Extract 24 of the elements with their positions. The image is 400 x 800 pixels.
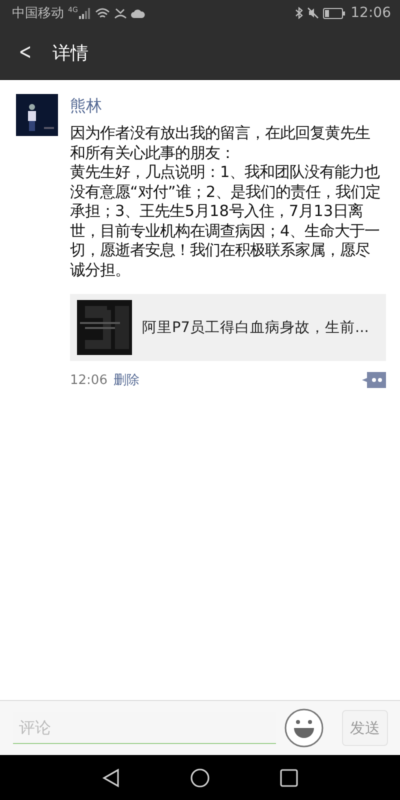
emoji-icon[interactable]: [284, 708, 324, 748]
post-time: 12:06: [70, 372, 108, 388]
bluetooth-icon: [294, 7, 303, 19]
post-text: 因为作者没有放出我的留言，在此回复黄先生和所有关心此事的朋友：: [70, 124, 371, 163]
signal-icon: [78, 8, 91, 18]
recents-icon[interactable]: [280, 768, 298, 786]
wifi-icon: [94, 8, 110, 18]
back-icon[interactable]: [102, 768, 120, 788]
link-card[interactable]: 阿里P7员工得白血病身故，生前...: [70, 294, 386, 361]
carrier-name: 中国移动: [12, 5, 64, 22]
delete-link[interactable]: 删除: [113, 371, 140, 389]
battery-icon: [322, 8, 345, 18]
clock-time: 12:06: [350, 5, 391, 21]
page-title: 详情: [52, 42, 88, 64]
post-text: 黄先生好，几点说明：1、我和团队没有能力也没有意愿“对付”谁；2、是我们的责任，我们定承担；3、王先生5月18号入住，7月13日离世，目前专业机构在调查病因；4、生命大于一切，愿逝者安息！我们在积极联系家属，愿尽诚分担。: [70, 163, 382, 280]
cloud-icon: [130, 8, 145, 18]
muted-icon: [306, 7, 319, 19]
author-name[interactable]: 熊林: [70, 96, 386, 117]
home-icon[interactable]: [190, 768, 210, 788]
avatar: [16, 94, 58, 136]
missed-call-icon: [114, 8, 127, 18]
back-button[interactable]: <: [16, 40, 34, 65]
comment-icon[interactable]: [362, 372, 386, 388]
link-title: 阿里P7员工得白血病身故，生前...: [142, 319, 369, 337]
